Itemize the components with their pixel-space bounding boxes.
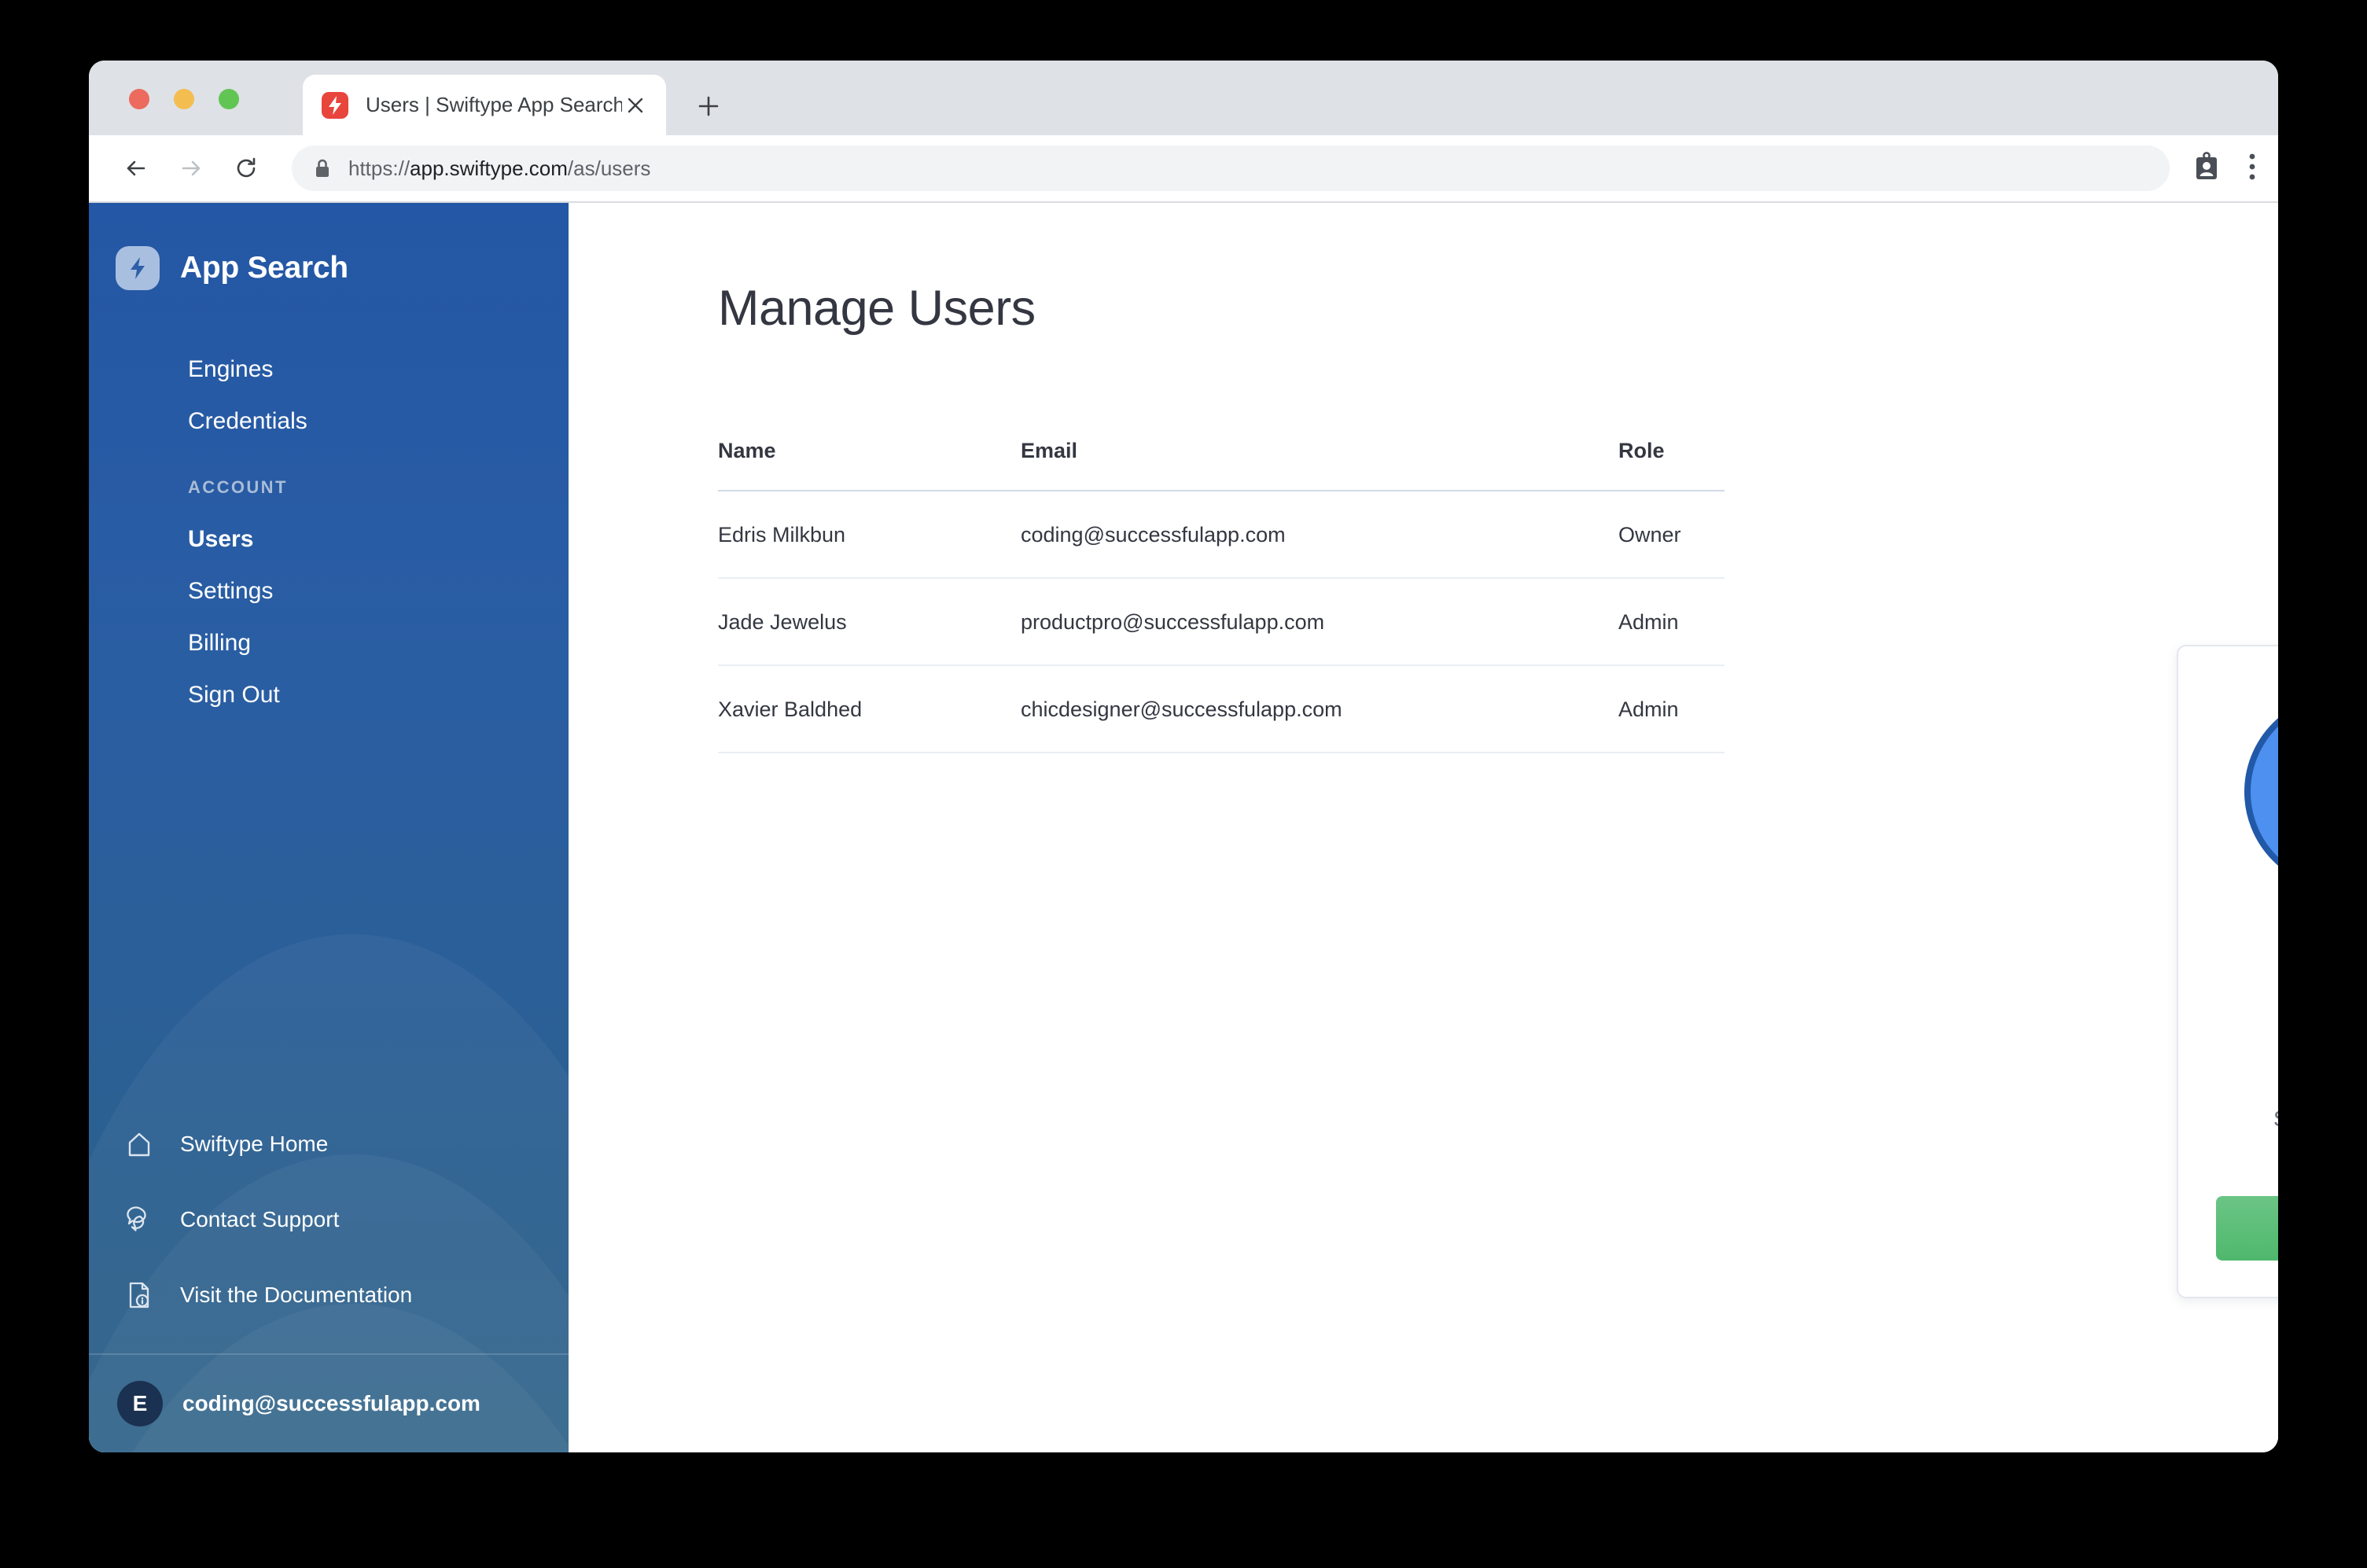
sidebar-item-contact-support[interactable]: Contact Support (89, 1182, 569, 1257)
avatar: E (117, 1381, 163, 1426)
column-header-role: Role (1618, 439, 1725, 491)
new-tab-button[interactable] (694, 92, 723, 120)
browser-toolbar: https://app.swiftype.com/as/users (89, 135, 2278, 203)
cell-role: Owner (1618, 491, 1725, 579)
sidebar-footer-label: Contact Support (180, 1207, 340, 1231)
users-table-head: Name Email Role (718, 439, 1725, 491)
sidebar-item-swiftype-home[interactable]: Swiftype Home (89, 1106, 569, 1182)
brand-name: App Search (180, 251, 348, 285)
page-title: Manage Users (718, 281, 1036, 336)
invite-card: Bring the Team Send an email invitation … (2177, 645, 2278, 1298)
chat-bubbles-icon (117, 1206, 161, 1233)
close-icon[interactable] (622, 92, 649, 119)
cell-role: Admin (1618, 665, 1725, 753)
table-row[interactable]: Xavier Baldhed chicdesigner@successfulap… (718, 665, 1725, 753)
sidebar-item-users[interactable]: Users (188, 528, 569, 551)
column-header-email: Email (1021, 439, 1618, 491)
sidebar-nav: Engines Credentials ACCOUNT Users Settin… (89, 358, 569, 707)
browser-tab-strip: Users | Swiftype App Search (89, 61, 2278, 135)
sidebar-user-email: coding@successfulapp.com (182, 1391, 480, 1415)
lock-icon (314, 158, 331, 179)
table-row[interactable]: Edris Milkbun coding@successfulapp.com O… (718, 491, 1725, 579)
maximize-window-button[interactable] (219, 89, 239, 109)
profile-card-icon[interactable] (2193, 151, 2220, 186)
three-dot-menu-icon[interactable] (2248, 153, 2256, 185)
invite-card-title: Bring the Team (2216, 1057, 2278, 1088)
users-table-body: Edris Milkbun coding@successfulapp.com O… (718, 491, 1725, 753)
url-scheme: https:// (348, 156, 410, 180)
table-row[interactable]: Jade Jewelus productpro@successfulapp.co… (718, 578, 1725, 666)
cell-email: productpro@successfulapp.com (1021, 578, 1618, 666)
table-header-row: Name Email Role (718, 439, 1725, 491)
sidebar-footer: Swiftype Home Contact Support Visit the … (89, 1106, 569, 1452)
cell-role: Admin (1618, 578, 1725, 666)
address-bar-url: https://app.swiftype.com/as/users (348, 156, 650, 181)
users-table: Name Email Role Edris Milkbun coding@suc… (718, 439, 1725, 753)
close-window-button[interactable] (129, 89, 149, 109)
url-host: app.swiftype.com (410, 156, 568, 180)
sidebar-footer-label: Visit the Documentation (180, 1283, 413, 1307)
address-bar[interactable]: https://app.swiftype.com/as/users (292, 145, 2170, 191)
brand[interactable]: App Search (89, 203, 569, 290)
sidebar-item-engines[interactable]: Engines (188, 358, 569, 381)
forward-arrow-icon[interactable] (171, 148, 212, 189)
back-arrow-icon[interactable] (116, 148, 156, 189)
window-traffic-lights (129, 89, 239, 109)
team-invitation-illustration (2216, 670, 2278, 1040)
browser-tab[interactable]: Users | Swiftype App Search (303, 75, 666, 135)
minimize-window-button[interactable] (174, 89, 194, 109)
sidebar-item-documentation[interactable]: Visit the Documentation (89, 1257, 569, 1333)
toolbar-right-actions (2193, 151, 2256, 186)
column-header-name: Name (718, 439, 1021, 491)
sidebar: App Search Engines Credentials ACCOUNT U… (89, 203, 569, 1452)
app-body: App Search Engines Credentials ACCOUNT U… (89, 203, 2278, 1452)
sidebar-section-account: ACCOUNT (188, 477, 288, 497)
browser-tab-title: Users | Swiftype App Search (366, 93, 622, 116)
cell-email: chicdesigner@successfulapp.com (1021, 665, 1618, 753)
sidebar-item-settings[interactable]: Settings (188, 580, 569, 603)
cell-name: Edris Milkbun (718, 491, 1021, 579)
swiftype-bolt-icon (322, 91, 348, 119)
document-info-icon (117, 1281, 161, 1309)
invite-card-subtitle: Send an email invitation and start colla… (2216, 1103, 2278, 1166)
url-path: /as/users (567, 156, 651, 180)
cell-name: Jade Jewelus (718, 578, 1021, 666)
sidebar-item-billing[interactable]: Billing (188, 631, 569, 655)
main-content: Manage Users Name Email Role Edris Milkb… (569, 203, 2278, 1452)
reload-icon[interactable] (226, 148, 267, 189)
cell-email: coding@successfulapp.com (1021, 491, 1618, 579)
lightning-bolt-logo-icon (116, 246, 160, 290)
sidebar-current-user[interactable]: E coding@successfulapp.com (89, 1353, 569, 1452)
sidebar-item-credentials[interactable]: Credentials (188, 410, 569, 433)
sidebar-footer-links: Swiftype Home Contact Support Visit the … (89, 1106, 569, 1353)
sidebar-footer-label: Swiftype Home (180, 1132, 329, 1156)
browser-window: Users | Swiftype App Search https://app.… (89, 61, 2278, 1452)
home-icon (117, 1131, 161, 1158)
add-users-button[interactable]: Add Users (2216, 1195, 2278, 1261)
cell-name: Xavier Baldhed (718, 665, 1021, 753)
sidebar-item-sign-out[interactable]: Sign Out (188, 683, 569, 707)
